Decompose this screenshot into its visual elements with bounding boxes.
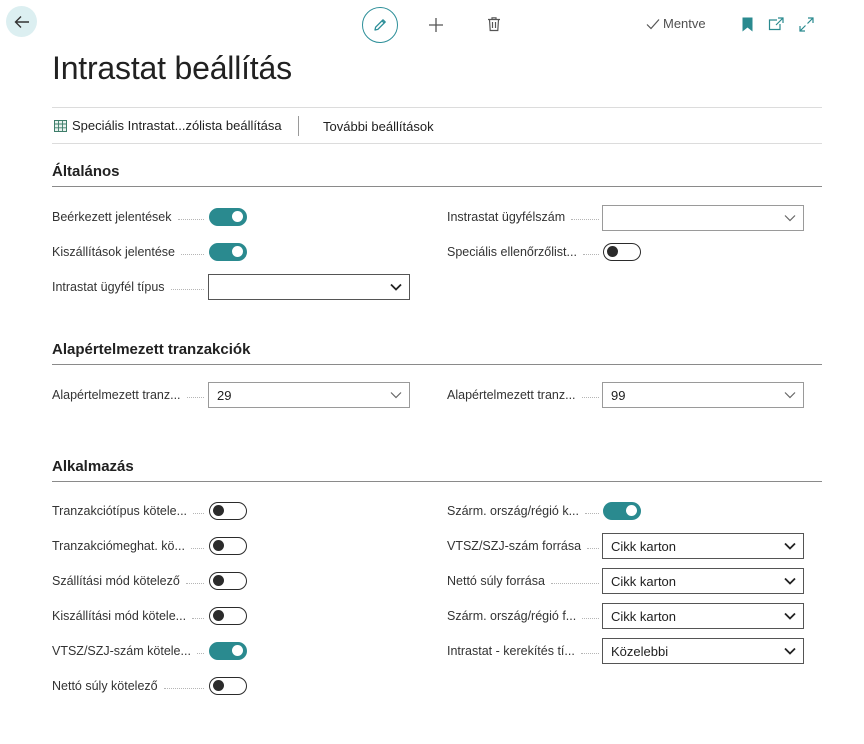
application-section-title[interactable]: Alkalmazás [52,458,134,475]
chevron-down-icon [784,542,796,550]
bookmark-button[interactable] [740,16,754,33]
shipment-method-mandatory-toggle[interactable] [209,607,247,625]
arrow-left-icon [14,15,29,28]
edit-button[interactable] [362,7,398,43]
actionbar-separator [298,116,299,136]
default-transactions-section-divider [52,364,822,365]
rounding-type-select[interactable]: Közelebbi [602,638,804,664]
chevron-down-icon [784,392,796,399]
table-icon [54,119,67,132]
open-in-new-window-icon [768,17,784,31]
country-origin-mandatory-toggle[interactable] [603,502,641,520]
shipped-reports-toggle[interactable] [209,243,247,261]
contact-type-label: Intrastat ügyfél típus [52,277,204,297]
plus-icon [429,18,443,32]
chevron-down-icon [390,283,402,291]
chevron-down-icon [784,612,796,620]
tariff-no-mandatory-toggle[interactable] [209,642,247,660]
actionbar-divider-top [52,107,822,108]
tariff-no-mandatory-label: VTSZ/SZJ-szám kötele... [52,641,204,661]
net-weight-mandatory-label: Nettó súly kötelező [52,676,204,696]
general-section-title[interactable]: Általános [52,163,120,180]
actionbar-divider-bottom [52,143,822,144]
special-checklist-label: Speciális ellenőrzőlist... [447,242,599,262]
shipment-method-mandatory-label: Kiszállítási mód kötele... [52,606,204,626]
received-reports-label: Beérkezett jelentések [52,207,204,227]
more-settings-action[interactable]: További beállítások [323,119,434,134]
special-checklist-action[interactable]: Speciális Intrastat...zólista beállítása [54,118,282,133]
back-button[interactable] [6,6,37,37]
special-checklist-toggle[interactable] [603,243,641,261]
received-reports-toggle[interactable] [209,208,247,226]
default-transaction-right-select[interactable]: 99 [602,382,804,408]
chevron-down-icon [390,392,402,399]
default-transaction-left-label: Alapértelmezett tranz... [52,385,204,405]
transport-method-mandatory-label: Szállítási mód kötelező [52,571,204,591]
tariff-source-select[interactable]: Cikk karton [602,533,804,559]
special-checklist-action-label: Speciális Intrastat...zólista beállítása [72,118,282,133]
chevron-down-icon [784,647,796,655]
transport-method-mandatory-toggle[interactable] [209,572,247,590]
contact-no-label: Instrastat ügyfélszám [447,207,599,227]
expand-icon [798,16,814,32]
transaction-spec-mandatory-label: Tranzakciómeghat. kö... [52,536,204,556]
transaction-spec-mandatory-toggle[interactable] [209,537,247,555]
net-weight-mandatory-toggle[interactable] [209,677,247,695]
chevron-down-icon [784,215,796,222]
net-weight-source-select[interactable]: Cikk karton [602,568,804,594]
page-title: Intrastat beállítás [52,50,292,86]
trash-icon [488,17,500,32]
default-transaction-right-label: Alapértelmezett tranz... [447,385,599,405]
expand-button[interactable] [798,16,814,32]
checkmark-icon [646,18,660,29]
application-section-divider [52,481,822,482]
chevron-down-icon [784,577,796,585]
transaction-type-mandatory-label: Tranzakciótípus kötele... [52,501,204,521]
new-button[interactable] [427,16,445,34]
tariff-source-label: VTSZ/SZJ-szám forrása [447,536,599,556]
shipped-reports-label: Kiszállítások jelentése [52,242,204,262]
saved-label: Mentve [663,16,706,31]
contact-type-select[interactable] [208,274,410,300]
default-transaction-left-select[interactable]: 29 [208,382,410,408]
country-origin-source-label: Szárm. ország/régió f... [447,606,599,626]
country-origin-mandatory-label: Szárm. ország/régió k... [447,501,599,521]
default-transactions-section-title[interactable]: Alapértelmezett tranzakciók [52,341,250,358]
saved-status: Mentve [646,16,706,31]
rounding-type-label: Intrastat - kerekítés tí... [447,641,599,661]
open-new-window-button[interactable] [767,16,785,32]
bookmark-icon [742,17,752,32]
contact-no-select[interactable] [602,205,804,231]
delete-button[interactable] [486,15,502,33]
net-weight-source-label: Nettó súly forrása [447,571,599,591]
general-section-divider [52,186,822,187]
country-origin-source-select[interactable]: Cikk karton [602,603,804,629]
transaction-type-mandatory-toggle[interactable] [209,502,247,520]
pencil-icon [374,19,386,31]
